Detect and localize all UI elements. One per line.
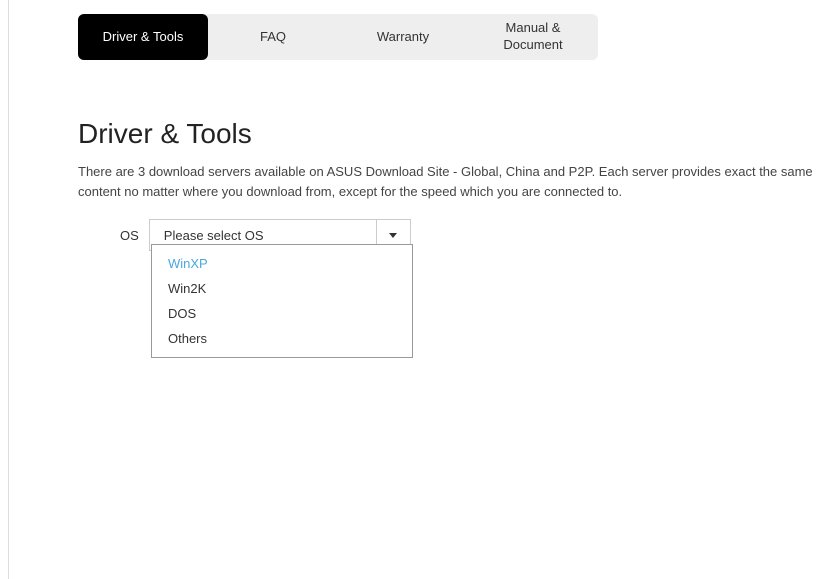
tab-label: Warranty (377, 29, 429, 46)
os-option-winxp[interactable]: WinXP (152, 251, 412, 276)
page-title: Driver & Tools (78, 118, 837, 150)
tab-warranty[interactable]: Warranty (338, 14, 468, 60)
chevron-down-icon (389, 233, 397, 238)
os-option-win2k[interactable]: Win2K (152, 276, 412, 301)
tab-bar: Driver & Tools FAQ Warranty Manual & Doc… (78, 14, 598, 60)
tab-faq[interactable]: FAQ (208, 14, 338, 60)
tab-label: Driver & Tools (103, 29, 184, 46)
tab-label: Manual & Document (476, 20, 590, 54)
os-option-others[interactable]: Others (152, 326, 412, 351)
os-label: OS (120, 228, 139, 243)
tab-manual-document[interactable]: Manual & Document (468, 14, 598, 60)
os-option-dos[interactable]: DOS (152, 301, 412, 326)
os-dropdown: WinXP Win2K DOS Others (151, 244, 413, 358)
page-container: Driver & Tools FAQ Warranty Manual & Doc… (0, 0, 837, 251)
tab-driver-tools[interactable]: Driver & Tools (78, 14, 208, 60)
page-description: There are 3 download servers available o… (78, 162, 837, 201)
left-divider (8, 0, 9, 579)
tab-label: FAQ (260, 29, 286, 46)
